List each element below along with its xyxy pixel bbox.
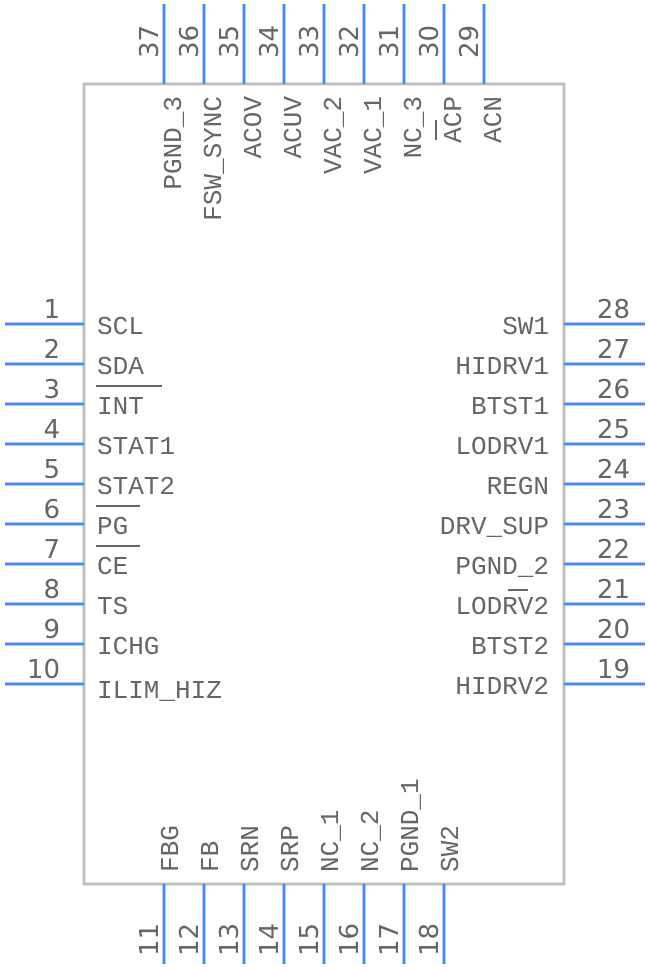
pin-number: 36 [175, 25, 205, 58]
pin-label: NC_1 [316, 810, 346, 872]
pin-label: STAT2 [97, 472, 175, 502]
pin-label: STAT1 [97, 432, 175, 462]
pin-number: 12 [175, 923, 205, 956]
pin-number: 30 [415, 25, 445, 58]
pin-number: 35 [215, 25, 245, 58]
pin-label: FSW_SYNC [199, 96, 229, 221]
pin-number: 27 [597, 335, 630, 365]
pin-label: ACOV [239, 96, 269, 159]
pin-number: 34 [255, 25, 285, 58]
pin-number: 22 [597, 535, 630, 565]
pin-number: 3 [43, 375, 60, 405]
pin-number: 1 [43, 295, 60, 325]
pin-number: 19 [597, 655, 630, 685]
pin-label: ACP [439, 96, 469, 143]
pin-number: 5 [43, 455, 60, 485]
pin-number: 20 [597, 615, 630, 645]
pin-label: ILIM_HIZ [97, 676, 222, 706]
pin-label: ICHG [97, 632, 159, 662]
pin-label: INT [97, 392, 144, 422]
pin-label: NC_2 [356, 810, 386, 872]
pin-label: FBG [156, 825, 186, 872]
pin-label: LODRV1 [455, 432, 549, 462]
pin-label: ACN [479, 96, 509, 143]
pin-label: PGND_1 [396, 778, 426, 872]
pin-label: SRP [276, 825, 306, 872]
pin-number: 7 [43, 535, 60, 565]
pin-number: 4 [43, 415, 60, 445]
pin-number: 26 [597, 375, 630, 405]
pin-label: PG [97, 512, 128, 542]
pin-number: 31 [375, 25, 405, 58]
pin-number: 37 [135, 25, 165, 58]
pin-number: 14 [255, 923, 285, 956]
ic-pinout-diagram: 1 SCL 2 SDA 3 INT 4 STAT1 5 STAT2 6 PG 7 CE 8 TS 9 ICHG 10… [5, 4, 645, 964]
pin-number: 18 [415, 923, 445, 956]
pin-number: 16 [335, 923, 365, 956]
pin-number: 11 [135, 923, 165, 956]
pin-label: LODRV2 [455, 592, 549, 622]
pin-number: 29 [455, 25, 485, 58]
pin-label: NC_3 [399, 96, 429, 158]
pin-number: 17 [375, 923, 405, 956]
pin-label: BTST2 [471, 632, 549, 662]
pin-number: 28 [597, 295, 630, 325]
pin-label: PGND_3 [159, 96, 189, 190]
pin-label: CE [97, 552, 128, 582]
pin-label: REGN [487, 472, 549, 502]
pin-number: 23 [597, 495, 630, 525]
pin-label: SW1 [502, 312, 549, 342]
pin-label: ACUV [279, 96, 309, 159]
pin-number: 13 [215, 923, 245, 956]
pin-number: 21 [597, 575, 630, 605]
pin-label: HIDRV1 [455, 352, 549, 382]
pin-number: 24 [597, 455, 630, 485]
pin-label: PGND_2 [455, 552, 549, 582]
pin-number: 9 [43, 615, 60, 645]
pin-label: HIDRV2 [455, 672, 549, 702]
pin-number: 10 [27, 655, 60, 685]
pin-number: 2 [43, 335, 60, 365]
pin-label: SW2 [436, 825, 466, 872]
pin-number: 15 [295, 923, 325, 956]
pin-label: VAC_2 [319, 96, 349, 174]
pin-number: 25 [597, 415, 630, 445]
pin-number: 33 [295, 25, 325, 58]
pin-label: VAC_1 [359, 96, 389, 174]
pin-label: TS [97, 592, 128, 622]
pin-number: 8 [43, 575, 60, 605]
pin-label: SRN [236, 825, 266, 872]
pin-number: 6 [43, 495, 60, 525]
pin-label: DRV_SUP [440, 512, 549, 542]
pin-label: SDA [97, 352, 144, 382]
pin-label: SCL [97, 312, 144, 342]
pin-label: BTST1 [471, 392, 549, 422]
pin-number: 32 [335, 25, 365, 58]
pin-label: FB [196, 841, 226, 872]
